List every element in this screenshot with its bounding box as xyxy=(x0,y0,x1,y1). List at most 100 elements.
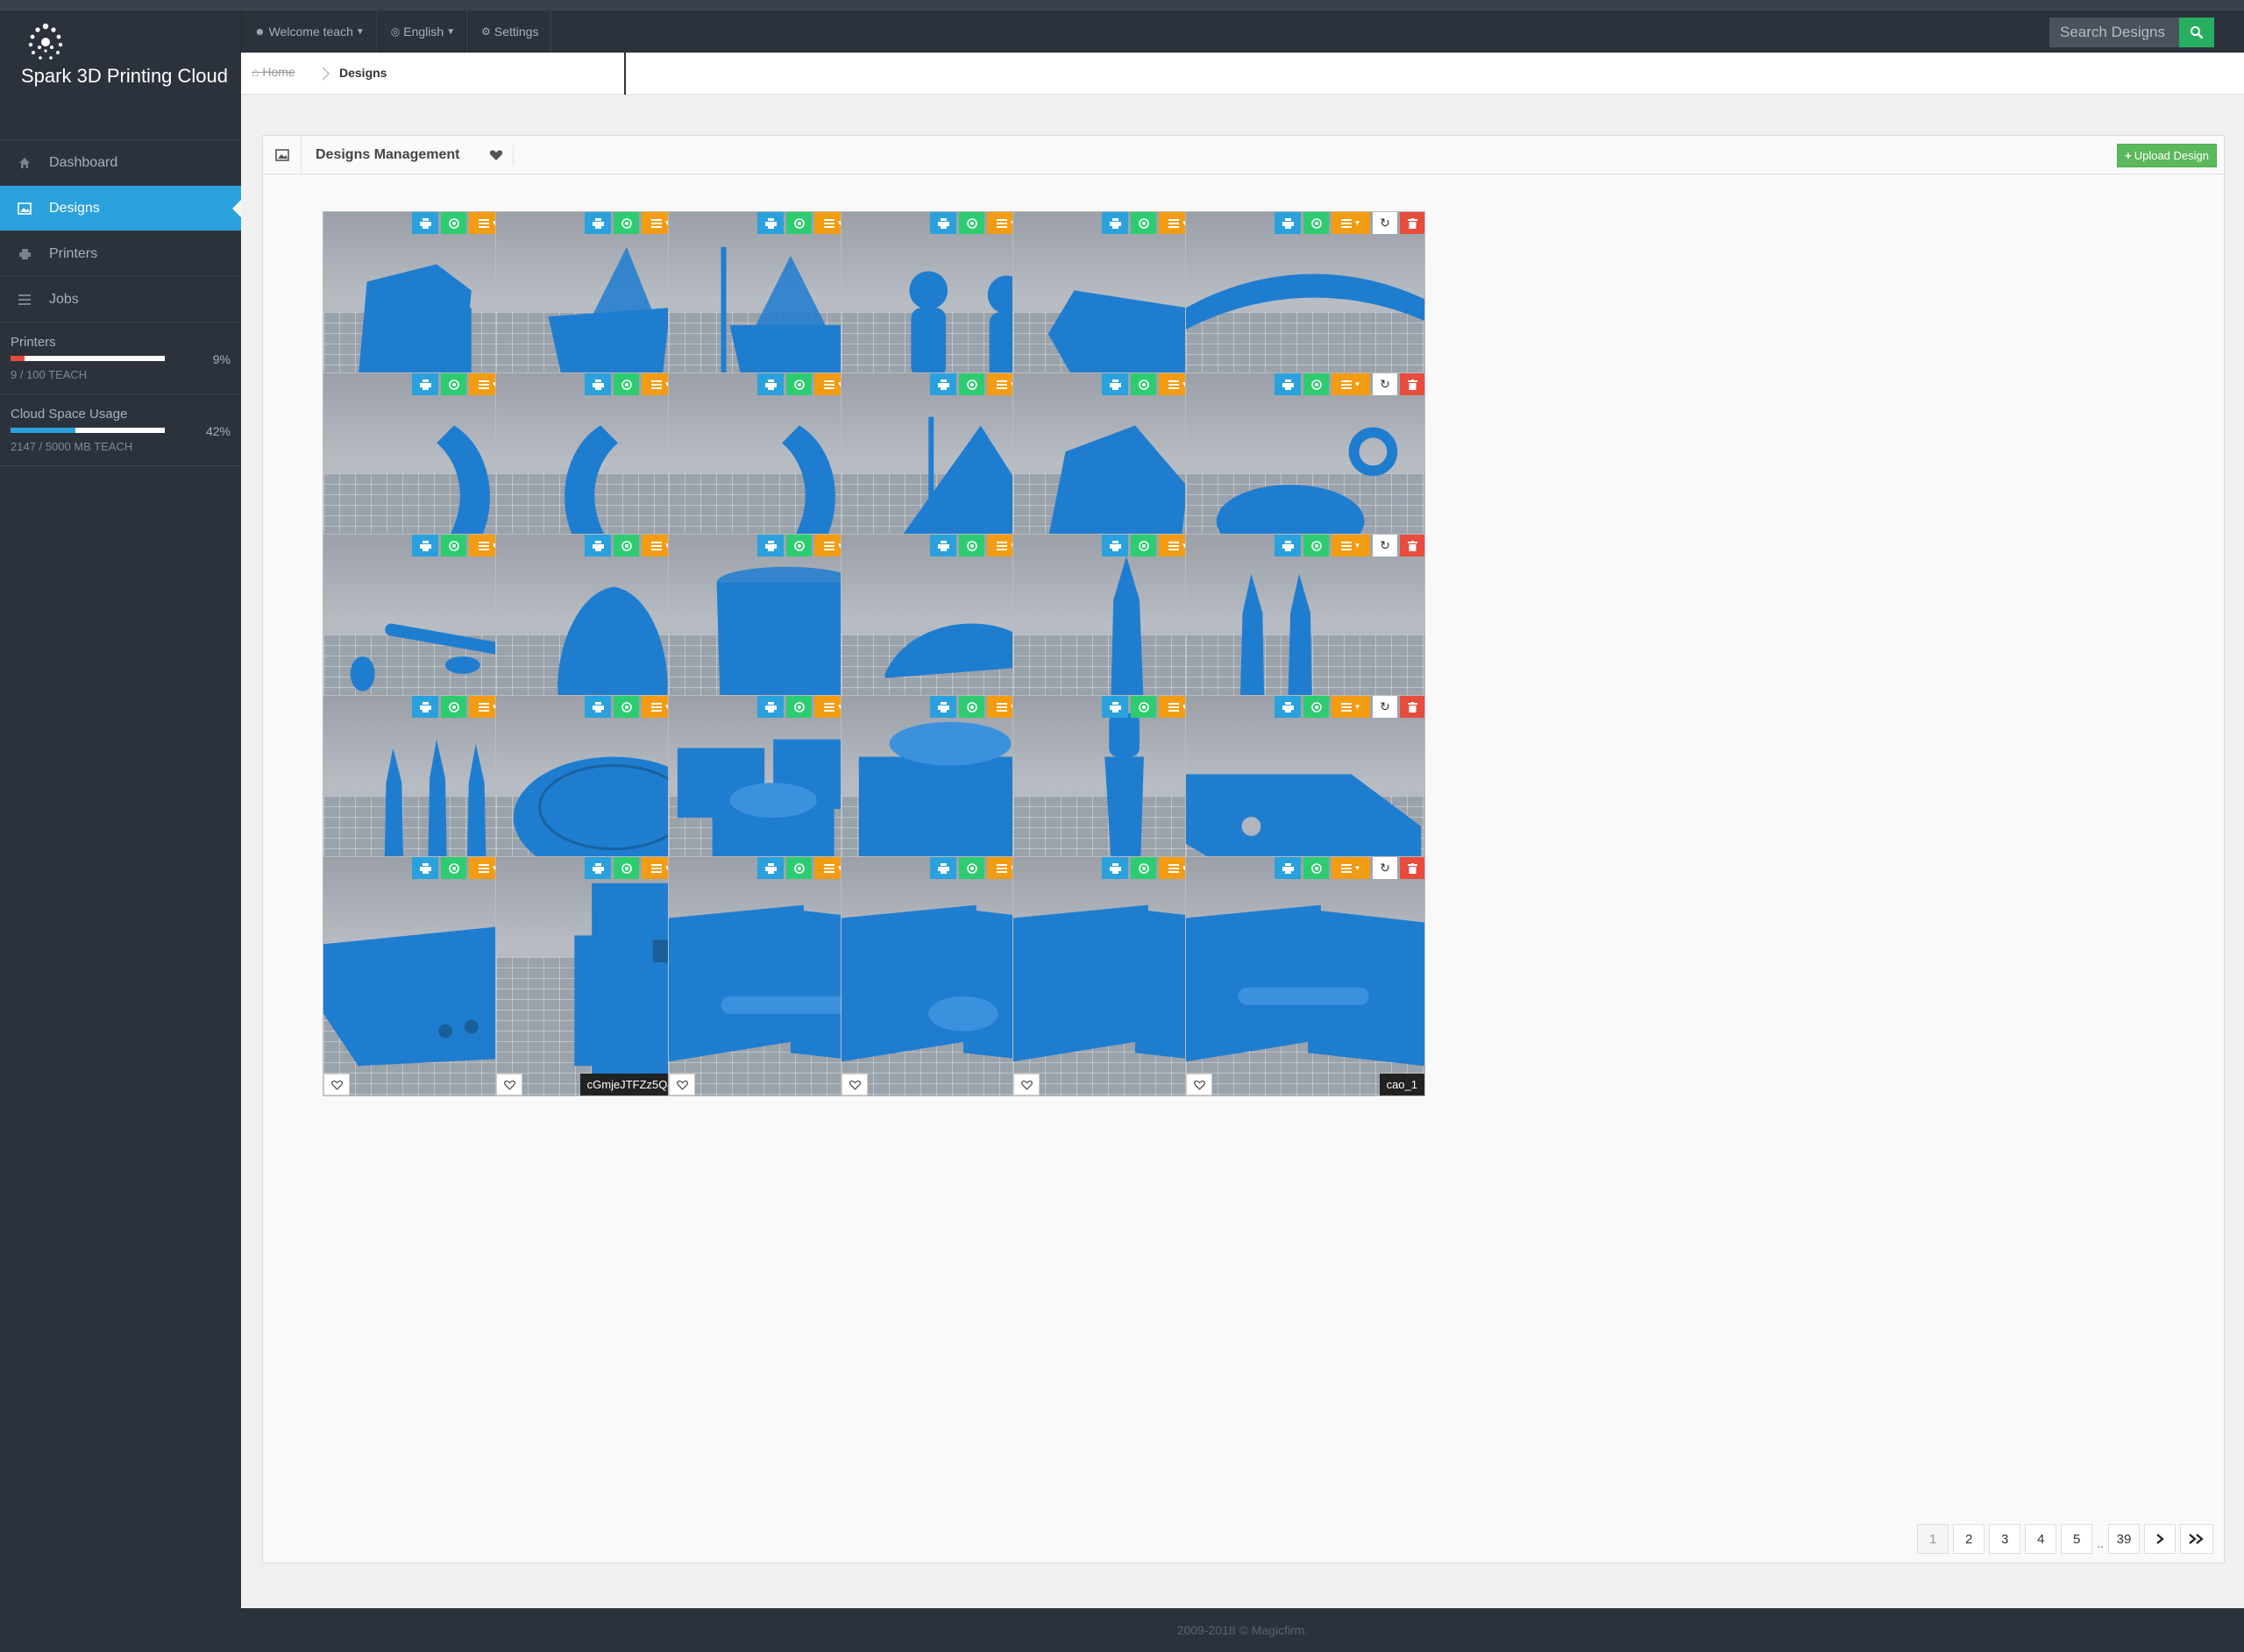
last-page-button[interactable] xyxy=(2180,1524,2213,1554)
settings-link[interactable]: ⚙ Settings xyxy=(468,11,552,53)
view-button[interactable] xyxy=(959,212,984,234)
view-button[interactable] xyxy=(786,535,812,557)
more-menu-button[interactable]: ▼ xyxy=(1331,857,1370,879)
print-button[interactable] xyxy=(1275,373,1301,395)
view-button[interactable] xyxy=(1303,373,1329,395)
page-button[interactable]: 5 xyxy=(2061,1524,2093,1554)
more-menu-button[interactable]: ▼ xyxy=(1331,373,1370,395)
page-button[interactable]: 1 xyxy=(1917,1524,1949,1554)
print-button[interactable] xyxy=(930,696,956,718)
print-button[interactable] xyxy=(585,535,611,557)
delete-button[interactable] xyxy=(1400,857,1424,879)
view-button[interactable] xyxy=(441,535,466,557)
print-button[interactable] xyxy=(757,696,784,718)
more-menu-button[interactable]: ▼ xyxy=(1331,212,1370,234)
print-button[interactable] xyxy=(412,535,438,557)
print-button[interactable] xyxy=(1275,696,1301,718)
view-button[interactable] xyxy=(1131,373,1156,395)
page-button[interactable]: 3 xyxy=(1989,1524,2021,1554)
sidebar-item-dashboard[interactable]: Dashboard xyxy=(0,140,241,186)
print-button[interactable] xyxy=(1275,535,1301,557)
view-button[interactable] xyxy=(786,373,812,395)
print-button[interactable] xyxy=(930,212,956,234)
print-button[interactable] xyxy=(757,373,784,395)
print-button[interactable] xyxy=(1102,857,1128,879)
view-button[interactable] xyxy=(441,696,466,718)
sidebar-item-designs[interactable]: Designs xyxy=(0,186,241,231)
print-button[interactable] xyxy=(412,696,438,718)
view-button[interactable] xyxy=(1131,535,1156,557)
favorite-button[interactable] xyxy=(323,1074,350,1095)
view-button[interactable] xyxy=(614,373,639,395)
page-button[interactable]: 4 xyxy=(2025,1524,2057,1554)
sidebar-item-printers[interactable]: Printers xyxy=(0,231,241,277)
view-button[interactable] xyxy=(614,212,639,234)
refresh-button[interactable]: ↻ xyxy=(1373,696,1397,718)
print-button[interactable] xyxy=(412,212,438,234)
print-button[interactable] xyxy=(1102,373,1128,395)
language-dropdown[interactable]: ◎ English ▼ xyxy=(377,11,469,53)
print-button[interactable] xyxy=(930,857,956,879)
view-button[interactable] xyxy=(1303,696,1329,718)
view-button[interactable] xyxy=(786,696,812,718)
print-button[interactable] xyxy=(585,212,611,234)
sidebar-item-jobs[interactable]: Jobs xyxy=(0,277,241,323)
breadcrumb-home[interactable]: ⌂ Home xyxy=(252,65,295,79)
view-button[interactable] xyxy=(441,212,466,234)
view-button[interactable] xyxy=(1131,696,1156,718)
view-button[interactable] xyxy=(614,696,639,718)
favorite-button[interactable] xyxy=(1013,1074,1040,1095)
delete-button[interactable] xyxy=(1400,696,1424,718)
print-button[interactable] xyxy=(1102,535,1128,557)
view-button[interactable] xyxy=(786,212,812,234)
page-button-last[interactable]: 39 xyxy=(2108,1524,2140,1554)
more-menu-button[interactable]: ▼ xyxy=(1331,696,1370,718)
view-button[interactable] xyxy=(1303,535,1329,557)
print-button[interactable] xyxy=(585,373,611,395)
next-page-button[interactable] xyxy=(2144,1524,2176,1554)
view-button[interactable] xyxy=(959,535,984,557)
print-button[interactable] xyxy=(757,535,784,557)
delete-button[interactable] xyxy=(1400,535,1424,557)
print-button[interactable] xyxy=(930,535,956,557)
favorites-filter[interactable] xyxy=(479,145,514,166)
favorite-button[interactable] xyxy=(496,1074,522,1095)
view-button[interactable] xyxy=(1303,857,1329,879)
view-button[interactable] xyxy=(1131,857,1156,879)
refresh-button[interactable]: ↻ xyxy=(1373,373,1397,395)
delete-button[interactable] xyxy=(1400,373,1424,395)
print-button[interactable] xyxy=(412,857,438,879)
favorite-button[interactable] xyxy=(669,1074,695,1095)
print-button[interactable] xyxy=(585,696,611,718)
view-button[interactable] xyxy=(959,696,984,718)
print-button[interactable] xyxy=(1275,212,1301,234)
print-button[interactable] xyxy=(1102,212,1128,234)
view-button[interactable] xyxy=(1131,212,1156,234)
search-button[interactable] xyxy=(2179,18,2214,47)
page-button[interactable]: 2 xyxy=(1953,1524,1985,1554)
upload-design-button[interactable]: + Upload Design xyxy=(2117,144,2217,167)
favorite-button[interactable] xyxy=(1186,1074,1212,1095)
design-name-label[interactable]: cao_1 xyxy=(1379,1074,1424,1095)
delete-button[interactable] xyxy=(1400,212,1424,234)
search-input[interactable] xyxy=(2049,18,2179,47)
view-button[interactable] xyxy=(959,857,984,879)
print-button[interactable] xyxy=(585,857,611,879)
print-button[interactable] xyxy=(757,857,784,879)
view-button[interactable] xyxy=(614,857,639,879)
view-button[interactable] xyxy=(614,535,639,557)
view-button[interactable] xyxy=(786,857,812,879)
print-button[interactable] xyxy=(757,212,784,234)
refresh-button[interactable]: ↻ xyxy=(1373,535,1397,557)
design-card[interactable]: ▼ ↻ cao_1 xyxy=(1185,856,1425,1096)
view-button[interactable] xyxy=(441,857,466,879)
favorite-button[interactable] xyxy=(842,1074,868,1095)
more-menu-button[interactable]: ▼ xyxy=(1331,535,1370,557)
brand[interactable]: Spark 3D Printing Cloud xyxy=(0,11,241,140)
view-button[interactable] xyxy=(441,373,466,395)
view-button[interactable] xyxy=(959,373,984,395)
refresh-button[interactable]: ↻ xyxy=(1373,857,1397,879)
print-button[interactable] xyxy=(1102,696,1128,718)
refresh-button[interactable]: ↻ xyxy=(1373,212,1397,234)
print-button[interactable] xyxy=(412,373,438,395)
